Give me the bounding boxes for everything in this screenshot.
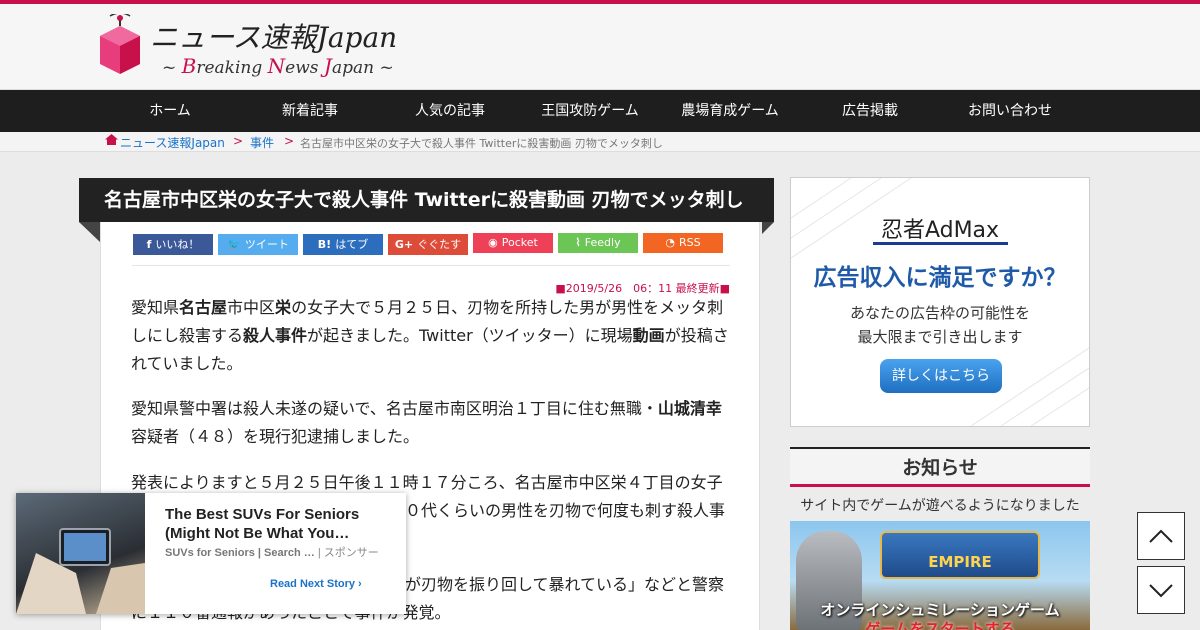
ad-copy-line-1: あなたの広告枠の可能性を [849,304,1030,322]
share-twitter-button[interactable]: 🐦 ツイート [218,234,298,255]
breadcrumb-category[interactable]: 事件 [250,134,274,151]
site-logo-icon[interactable] [98,12,142,78]
game-banner-subtitle: オンラインシュミレーションゲーム [820,601,1060,619]
nav-item-popular[interactable]: 人気の記事 [383,90,517,132]
breadcrumb-separator: > [233,134,244,148]
chevron-right-icon: › [358,578,362,590]
share-facebook-button[interactable]: f いいね！ [133,234,213,255]
breadcrumb: ニュース速報Japan > 事件 > 名古屋市中区栄の女子大で殺人事件 Twit… [0,132,1200,152]
ad-brand: 忍者AdMax [880,218,1000,243]
ribbon-fold-left [79,222,100,242]
hatena-icon: B! [317,238,332,251]
admax-ad-banner[interactable]: 忍者AdMax 広告収入に満足ですか？ あなたの広告枠の可能性を 最大限まで引き… [790,177,1090,427]
notice-heading: お知らせ [790,447,1090,487]
ribbon-fold-right [762,222,774,234]
article-title: 名古屋市中区栄の女子大で殺人事件 Twitterに殺害動画 刃物でメッタ刺し [79,178,774,222]
chevron-up-icon [1149,529,1173,543]
popup-thumbnail[interactable] [16,493,145,614]
game-start-cta[interactable]: ゲームをスタートする [790,618,1090,630]
ad-details-button[interactable]: 詳しくはこちら [880,359,1002,393]
ad-headline: 広告収入に満足ですか？ [813,265,1067,291]
breadcrumb-separator: > [284,134,295,148]
share-feedly-button[interactable]: ⌇ Feedly [558,233,638,253]
empire-logo: EMPIRE [880,531,1040,579]
nav-item-contact[interactable]: お問い合わせ [943,90,1077,132]
scroll-up-button[interactable] [1137,512,1185,560]
article-paragraph-2: 愛知県警中署は殺人未遂の疑いで、名古屋市南区明治１丁目に住む無職・山城清幸容疑者… [131,399,722,446]
site-header: ニュース速報Japan ~ Breaking News Japan ~ [0,4,1200,90]
share-rss-button[interactable]: ◔ RSS [643,233,723,253]
share-googleplus-button[interactable]: G+ ぐぐたす [388,234,468,255]
breadcrumb-current: 名古屋市中区栄の女子大で殺人事件 Twitterに殺害動画 刃物でメッタ刺し [300,137,663,150]
twitter-icon: 🐦 [227,238,241,251]
googleplus-icon: G+ [394,238,414,251]
ad-brand-underline [873,242,1008,245]
ad-copy-line-2: 最大限まで引き出します [857,328,1023,346]
popup-source: SUVs for Seniors | Search … | スポンサー [165,547,379,559]
pocket-icon: ◉ [488,236,498,249]
scroll-down-button[interactable] [1137,566,1185,614]
site-title[interactable]: ニュース速報Japan [150,16,397,56]
game-banner[interactable]: EMPIRE オンラインシュミレーションゲーム ゲームをスタートする [790,521,1090,630]
article-paragraph-1: 愛知県名古屋市中区栄の女子大で５月２５日、刃物を所持した男が男性をメッタ刺しにし… [131,298,729,373]
feedly-icon: ⌇ [575,236,581,249]
chevron-down-icon [1149,584,1173,598]
popup-title[interactable]: The Best SUVs For Seniors (Might Not Be … [165,505,385,543]
facebook-icon: f [146,238,152,251]
nav-item-kingdom-game[interactable]: 王国攻防ゲーム [523,90,657,132]
article-paragraph-4: が刃物を振り回して暴れている」などと警察 [405,575,725,594]
breadcrumb-home[interactable]: ニュース速報Japan [120,134,225,151]
share-pocket-button[interactable]: ◉ Pocket [473,233,553,253]
main-nav: ホーム 新着記事 人気の記事 王国攻防ゲーム 農場育成ゲーム 広告掲載 お問い合… [0,90,1200,132]
rss-icon: ◔ [665,236,675,249]
divider [132,265,730,266]
nav-item-farm-game[interactable]: 農場育成ゲーム [663,90,797,132]
nav-item-home[interactable]: ホーム [103,90,237,132]
site-subtitle: ~ Breaking News Japan ~ [162,54,394,78]
sponsored-popup[interactable]: The Best SUVs For Seniors (Might Not Be … [16,493,406,614]
article-paragraph-3-cont: ０代くらいの男性を刃物で何度も刺す殺人事 [405,501,726,520]
share-hatena-button[interactable]: B! はてブ [303,234,383,255]
home-icon[interactable] [105,134,118,148]
notice-text: サイト内でゲームが遊べるようになりました [800,498,1080,514]
read-next-link[interactable]: Read Next Story › [270,578,362,590]
nav-item-advertise[interactable]: 広告掲載 [803,90,937,132]
nav-item-new[interactable]: 新着記事 [243,90,377,132]
